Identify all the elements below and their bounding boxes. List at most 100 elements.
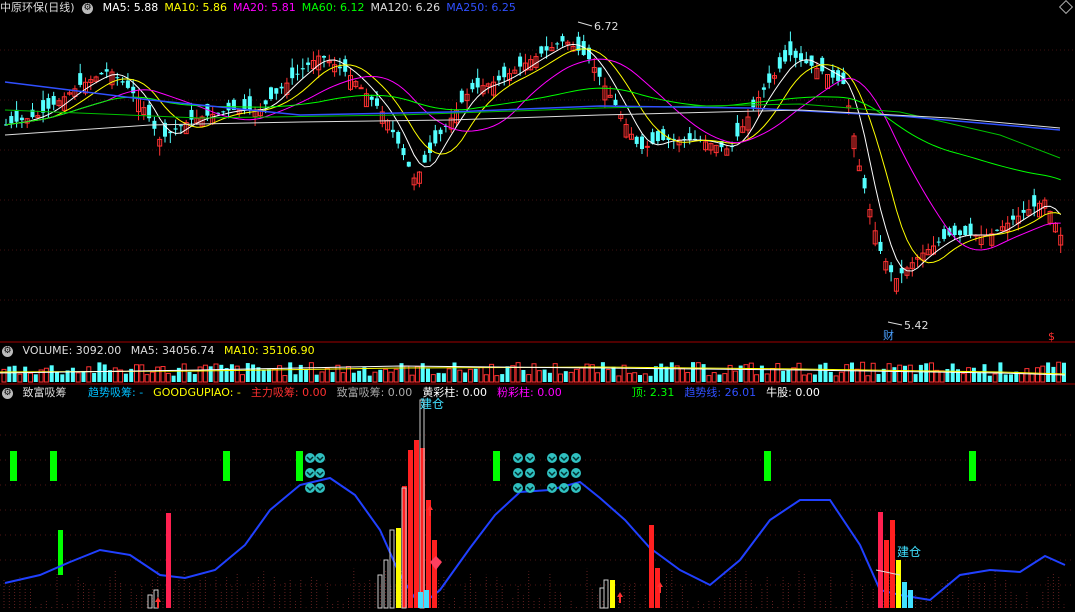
volume-bar-up — [1019, 372, 1025, 383]
candle-down — [422, 154, 427, 163]
volume-bar-up — [992, 373, 998, 383]
volume-bar-down — [102, 364, 107, 382]
candle-down — [46, 98, 51, 109]
signal-green — [10, 451, 17, 481]
volume-bar-down — [7, 366, 12, 382]
volume-bar-up — [213, 363, 219, 383]
candle-down — [104, 69, 109, 72]
candle-down — [375, 98, 379, 106]
volume-bar-down — [924, 363, 929, 382]
absorb-column — [884, 540, 889, 608]
volume-bar-down — [351, 372, 356, 382]
volume-bar-up — [966, 367, 972, 383]
candle-down — [401, 148, 406, 156]
volume-bar-up — [838, 371, 844, 383]
volume-bar-up — [446, 368, 452, 383]
high-pointer — [577, 21, 593, 27]
stock-chart[interactable]: 6.725.42财 $建仓建仓 — [0, 0, 1075, 612]
signal-green — [296, 451, 303, 481]
volume-bar-down — [288, 362, 293, 382]
volume-bar-down — [691, 362, 695, 382]
volume-bar-down — [505, 366, 510, 382]
up-arrow — [617, 592, 623, 603]
volume-bar-up — [632, 372, 638, 383]
volume-bar-down — [812, 374, 817, 382]
candle-down — [433, 130, 438, 144]
signal-green — [969, 451, 976, 481]
volume-bar-down — [208, 366, 213, 382]
volume-bar-up — [43, 367, 49, 383]
jiancang-label: 建仓 — [897, 545, 921, 559]
volume-bar-up — [579, 367, 585, 383]
cyan-column — [424, 590, 429, 608]
volume-bar-up — [558, 373, 563, 383]
candle-down — [862, 178, 867, 189]
volume-bar-up — [393, 368, 399, 383]
candle-down — [687, 133, 692, 140]
candle-down — [115, 77, 120, 79]
volume-bar-down — [701, 364, 706, 382]
candle-down — [470, 82, 475, 90]
candle-down — [19, 117, 24, 121]
volume-bar-down — [362, 367, 367, 382]
signal-green-small — [58, 530, 63, 575]
candle-down — [1032, 195, 1037, 207]
volume-bar-down — [828, 371, 833, 382]
chevron-icon — [547, 453, 557, 463]
volume-bar-up — [865, 375, 871, 383]
volume-bar-up — [28, 372, 33, 383]
volume-bar-up — [160, 366, 166, 383]
volume-bar-down — [304, 369, 309, 382]
volume-bar-down — [648, 375, 653, 382]
outline-column — [389, 529, 395, 609]
candle-down — [322, 55, 326, 58]
volume-bar-up — [75, 372, 81, 383]
volume-bar-up — [536, 370, 542, 383]
volume-bar-up — [335, 364, 341, 383]
candle-down — [544, 46, 549, 51]
chevron-icon — [315, 468, 325, 478]
volume-bar-down — [759, 365, 764, 382]
candle-down — [793, 50, 798, 58]
volume-bar-up — [605, 369, 611, 383]
volume-bar-down — [49, 365, 54, 382]
volume-bar-down — [1062, 362, 1066, 382]
volume-bar-up — [743, 364, 749, 383]
chevron-icon — [315, 483, 325, 493]
volume-bar-up — [706, 375, 712, 383]
candle-down — [899, 268, 904, 274]
candle-down — [560, 36, 565, 42]
candle-down — [968, 223, 973, 235]
volume-bar-down — [669, 362, 674, 382]
candle-down — [735, 122, 740, 137]
high-label: 6.72 — [594, 20, 619, 33]
candle-down — [952, 225, 957, 235]
volume-bar-down — [1009, 374, 1013, 382]
volume-bar-up — [319, 371, 325, 383]
candle-down — [995, 229, 1000, 231]
volume-bar-up — [139, 364, 145, 383]
candle-down — [555, 43, 560, 45]
candle-down — [804, 60, 809, 64]
candle-down — [131, 86, 136, 94]
candle-down — [263, 100, 268, 105]
volume-bar-up — [409, 374, 415, 383]
volume-bar-down — [987, 375, 992, 382]
candle-down — [306, 62, 311, 65]
volume-bar-down — [357, 370, 362, 382]
volume-bar-down — [60, 374, 65, 382]
volume-bar-down — [367, 375, 372, 382]
volume-bar-down — [547, 372, 552, 382]
volume-bar-up — [165, 372, 171, 383]
ma10-line — [5, 48, 1061, 264]
volume-bar-up — [796, 362, 802, 383]
volume-bar-down — [92, 372, 97, 382]
low-pointer — [887, 321, 903, 326]
volume-bar-up — [1024, 368, 1030, 383]
absorb-column — [649, 525, 654, 608]
volume-bar-up — [860, 361, 866, 383]
candle-down — [936, 241, 941, 243]
candle-down — [496, 75, 501, 81]
volume-bar-up — [112, 367, 118, 383]
chevron-icon — [305, 453, 315, 463]
